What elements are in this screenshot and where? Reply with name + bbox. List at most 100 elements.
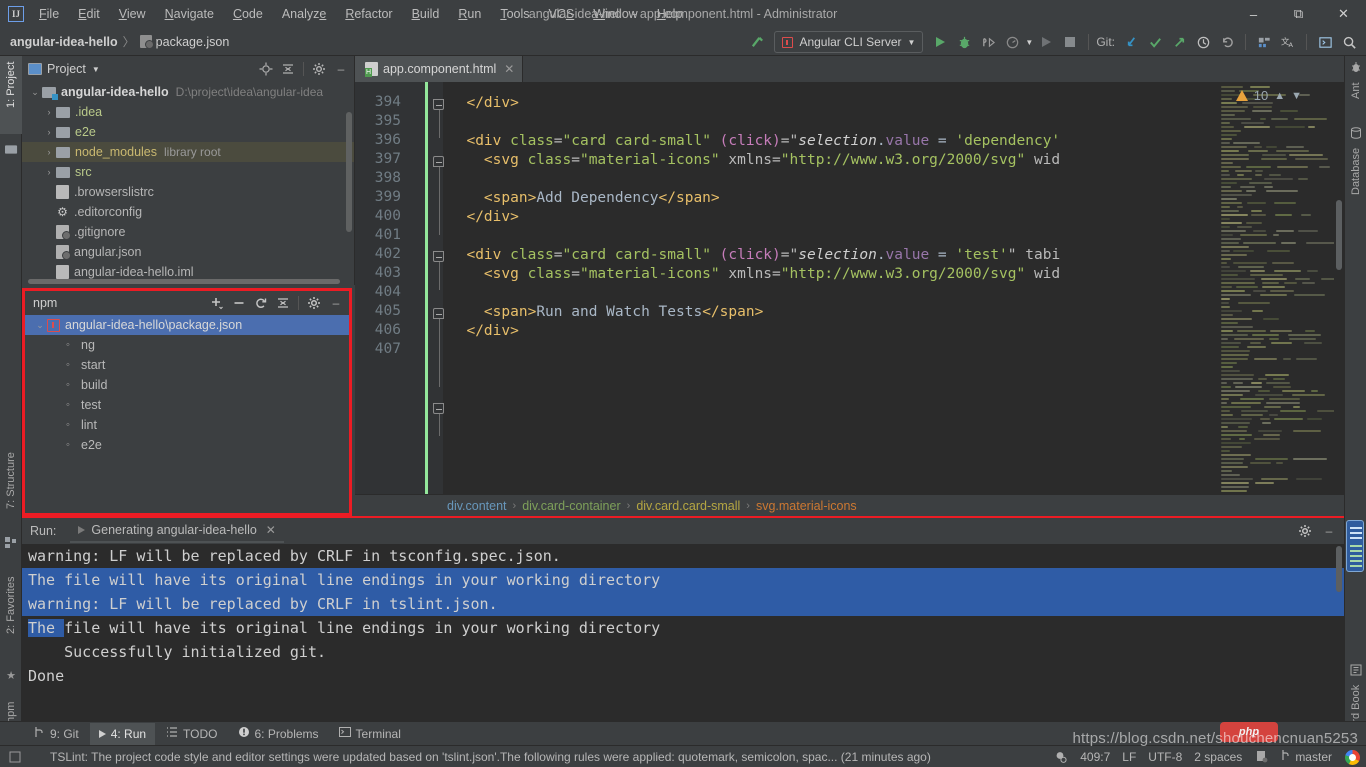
bottom-tab-terminal[interactable]: Terminal (330, 723, 410, 745)
settings-icon[interactable] (305, 294, 323, 312)
tree-row-browserslistrc[interactable]: .browserslistrc (22, 182, 354, 202)
code-line[interactable]: <span>Run and Watch Tests</span> (449, 303, 763, 322)
collapse-all-icon[interactable] (274, 294, 292, 312)
code-line[interactable]: <div class="card card-small" (click)="se… (449, 246, 1060, 265)
file-encoding[interactable]: UTF-8 (1148, 750, 1182, 764)
code-line[interactable]: </div> (449, 322, 518, 341)
push-icon[interactable] (1168, 31, 1190, 53)
maximize-button[interactable]: ⧉ (1276, 0, 1321, 28)
editor-minimap[interactable] (1219, 82, 1334, 494)
menu-edit[interactable]: Edit (69, 3, 109, 25)
chevron-right-icon[interactable]: › (42, 167, 56, 177)
chevron-right-icon[interactable]: › (42, 147, 56, 157)
settings-icon[interactable] (1253, 31, 1275, 53)
profile-dropdown-icon[interactable]: ▼ (1025, 38, 1033, 47)
menu-file[interactable]: File (30, 3, 68, 25)
npm-scripts-tree[interactable]: ⌄ angular-idea-hello\package.json ◦ ng ◦… (25, 315, 349, 455)
code-line[interactable]: </div> (449, 208, 518, 227)
tree-row-gitignore[interactable]: .gitignore (22, 222, 354, 242)
run-with-coverage-button[interactable] (977, 31, 999, 53)
chevron-down-icon[interactable]: ▼ (1291, 90, 1302, 102)
settings-icon[interactable] (1296, 522, 1314, 540)
sidebar-item-ant[interactable]: Ant (1345, 76, 1366, 116)
tree-row-angular-json[interactable]: angular.json (22, 242, 354, 262)
npm-script-start[interactable]: ◦ start (25, 355, 349, 375)
inspection-profile-icon[interactable] (1054, 750, 1068, 764)
menu-vcs[interactable]: VCS (540, 3, 584, 25)
run-button[interactable] (929, 31, 951, 53)
breadcrumb-project[interactable]: angular-idea-hello (10, 35, 118, 49)
menu-code[interactable]: Code (224, 3, 272, 25)
close-icon[interactable]: ✕ (504, 62, 514, 76)
npm-script-e2e[interactable]: ◦ e2e (25, 435, 349, 455)
breadcrumb-file[interactable]: package.json (156, 35, 230, 49)
chevron-down-icon[interactable]: ⌄ (33, 320, 47, 331)
rollback-icon[interactable] (1216, 31, 1238, 53)
reload-icon[interactable] (252, 294, 270, 312)
chevron-down-icon[interactable]: ⌄ (28, 87, 42, 98)
inspection-widget[interactable]: 10 ▲ ▼ (1235, 88, 1302, 103)
chevron-down-icon[interactable]: ▼ (92, 65, 100, 74)
menu-view[interactable]: View (110, 3, 155, 25)
code-editor[interactable]: 394 395 396 397 398 399 400 401 402 403 404 405 406 4… (355, 82, 1344, 494)
project-horizontal-scrollbar[interactable] (28, 279, 340, 284)
console-vertical-scrollbar[interactable] (1336, 546, 1342, 592)
collapse-all-icon[interactable] (279, 60, 297, 78)
history-icon[interactable] (1192, 31, 1214, 53)
code-line[interactable]: </div> (449, 94, 518, 113)
sidebar-item-favorites[interactable]: 2: Favorites (0, 571, 22, 661)
locate-icon[interactable] (257, 60, 275, 78)
menu-refactor[interactable]: Refactor (336, 3, 401, 25)
breadcrumb-div-content[interactable]: div.content (447, 499, 507, 513)
editor-gutter[interactable]: 394 395 396 397 398 399 400 401 402 403 404 405 406 4… (355, 82, 444, 494)
hide-icon[interactable]: – (327, 294, 345, 312)
menu-help[interactable]: Help (648, 3, 692, 25)
npm-script-ng[interactable]: ◦ ng (25, 335, 349, 355)
inspection-icon[interactable] (8, 750, 22, 764)
close-button[interactable]: ✕ (1321, 0, 1366, 28)
update-project-icon[interactable] (1120, 31, 1142, 53)
editor-vertical-scrollbar[interactable] (1336, 200, 1342, 270)
chevron-right-icon[interactable]: › (42, 127, 56, 137)
minimize-button[interactable]: – (1231, 0, 1276, 28)
breadcrumb-card-small[interactable]: div.card.card-small (636, 499, 740, 513)
bottom-tab-problems[interactable]: 6: Problems (229, 723, 328, 745)
terminal-icon[interactable] (1314, 31, 1336, 53)
translate-icon[interactable]: 文A (1277, 31, 1299, 53)
tree-row-e2e[interactable]: › e2e (22, 122, 354, 142)
chevron-right-icon[interactable]: › (42, 107, 56, 117)
menu-tools[interactable]: Tools (491, 3, 538, 25)
code-line[interactable]: <svg class="material-icons" xmlns="http:… (449, 151, 1060, 170)
profile-button[interactable] (1001, 31, 1023, 53)
breadcrumb-svg-material-icons[interactable]: svg.material-icons (756, 499, 857, 513)
stop-button[interactable] (1059, 31, 1081, 53)
bottom-tab-run[interactable]: 4: Run (89, 722, 156, 745)
remove-icon[interactable] (230, 294, 248, 312)
npm-package-json-node[interactable]: ⌄ angular-idea-hello\package.json (25, 315, 349, 335)
indent-setting[interactable]: 2 spaces (1194, 750, 1242, 764)
sidebar-item-project[interactable]: 1: Project (0, 56, 22, 134)
word-book-widget[interactable] (1346, 520, 1364, 572)
project-vertical-scrollbar[interactable] (346, 112, 352, 232)
add-icon[interactable] (208, 294, 226, 312)
sidebar-item-database[interactable]: Database (1345, 142, 1366, 220)
npm-script-build[interactable]: ◦ build (25, 375, 349, 395)
code-line[interactable]: <svg class="material-icons" xmlns="http:… (449, 265, 1060, 284)
tab-app-component-html[interactable]: app.component.html ✕ (355, 56, 524, 82)
run-console[interactable]: warning: LF will be replaced by CRLF in … (22, 544, 1344, 721)
project-tree[interactable]: ⌄ angular-idea-hello D:\project\idea\ang… (22, 82, 354, 285)
tree-row-node-modules[interactable]: › node_modules library root (22, 142, 354, 162)
tree-row-src[interactable]: › src (22, 162, 354, 182)
bottom-tab-todo[interactable]: TODO (157, 723, 226, 745)
code-line[interactable]: <span>Add Dependency</span> (449, 189, 720, 208)
bottom-tab-git[interactable]: 9: Git (24, 723, 88, 745)
npm-script-test[interactable]: ◦ test (25, 395, 349, 415)
git-branch-widget[interactable]: master (1280, 749, 1332, 764)
tree-row-idea[interactable]: › .idea (22, 102, 354, 122)
debug-button[interactable] (953, 31, 975, 53)
settings-icon[interactable] (310, 60, 328, 78)
run-tab[interactable]: Generating angular-idea-hello ✕ (70, 519, 284, 543)
chevron-up-icon[interactable]: ▲ (1274, 90, 1285, 102)
breadcrumb-card-container[interactable]: div.card-container (522, 499, 620, 513)
line-separator[interactable]: LF (1122, 750, 1136, 764)
